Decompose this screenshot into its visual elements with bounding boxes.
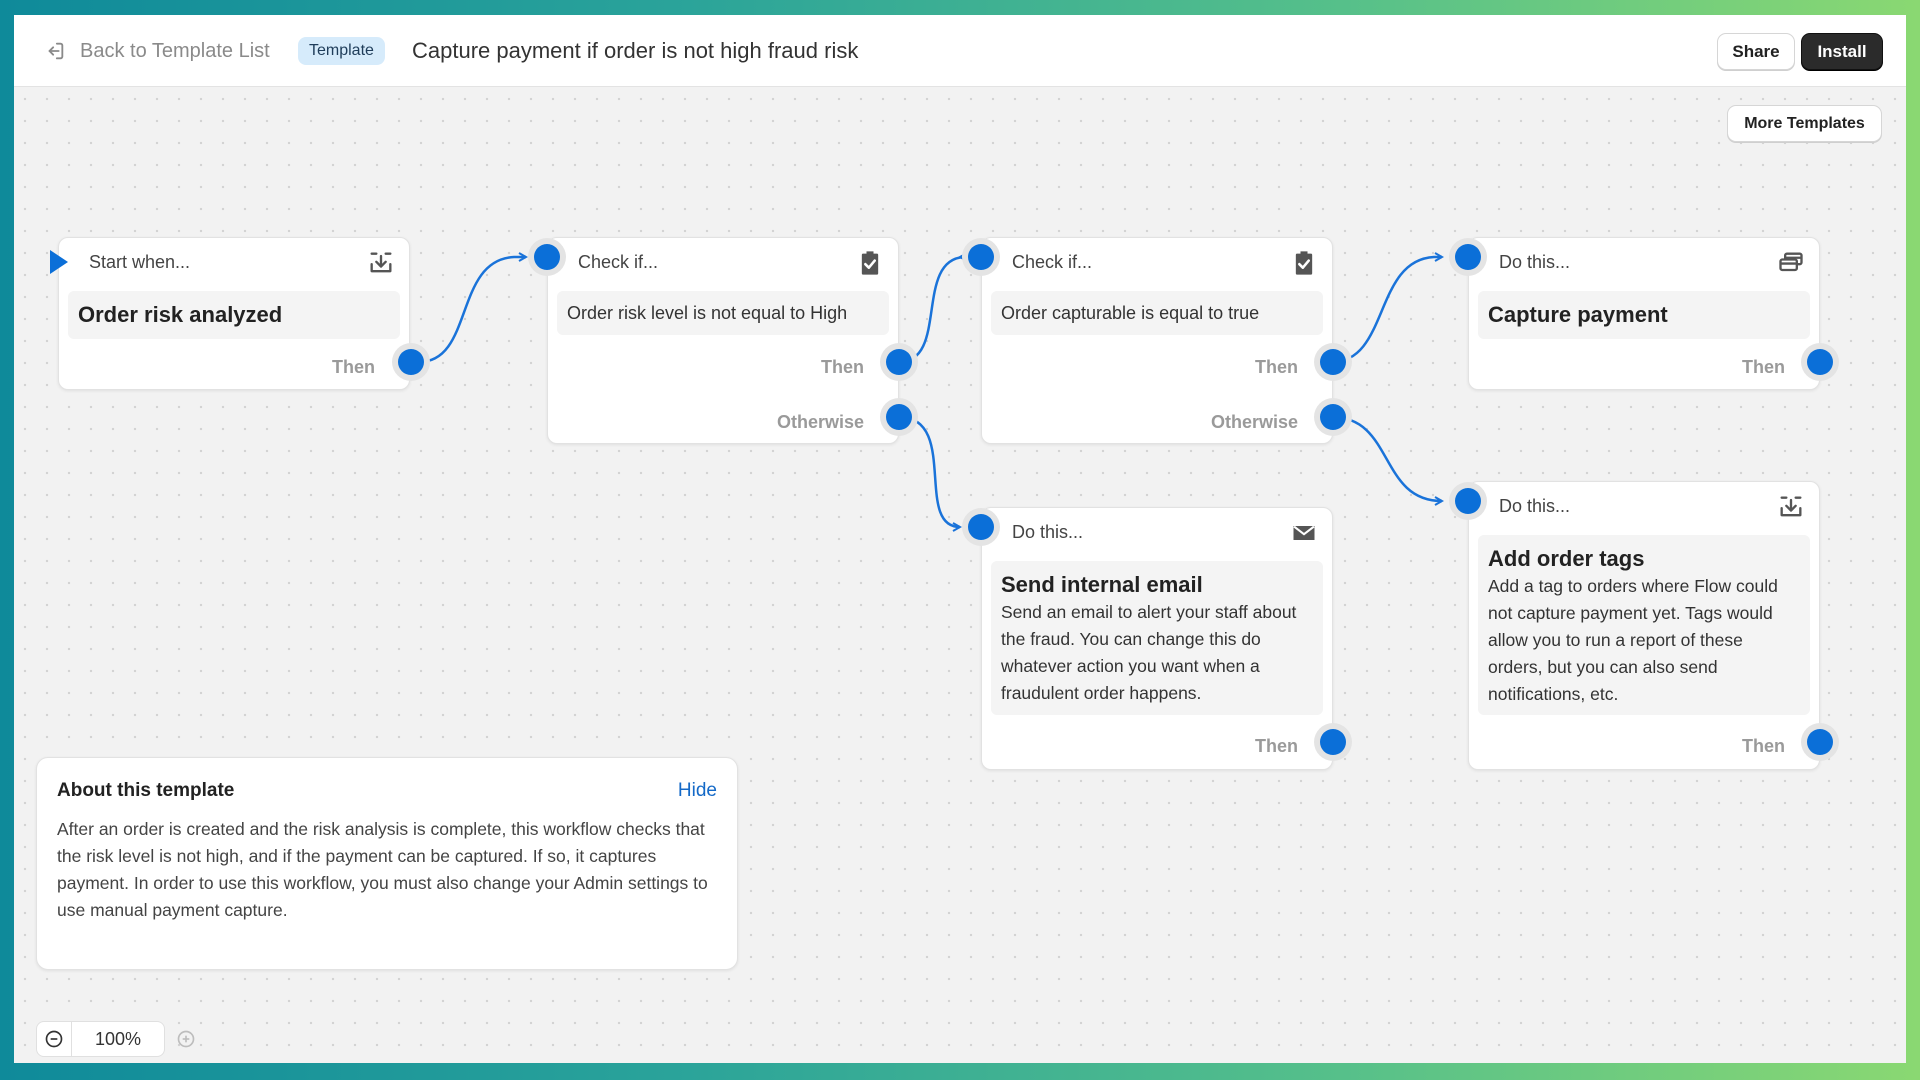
envelope-icon <box>1293 525 1315 540</box>
clipboard-check-icon <box>861 251 879 275</box>
tags-then-port[interactable] <box>1807 729 1833 755</box>
about-description: After an order is created and the risk a… <box>57 819 708 920</box>
node-header: Check if... <box>578 252 659 272</box>
more-templates-button[interactable]: More Templates <box>1727 105 1882 142</box>
node-condition: Order risk level is not equal to High <box>567 303 848 323</box>
node-condition: Order capturable is equal to true <box>1001 303 1260 323</box>
page-title: Capture payment if order is not high fra… <box>412 38 859 63</box>
download-tray-icon <box>1780 496 1802 517</box>
zoom-level: 100% <box>72 1021 165 1057</box>
node-body: Order capturable is equal to true <box>991 291 1323 335</box>
app-window: Back to Template List Template Capture p… <box>14 15 1906 1063</box>
top-bar: Back to Template List Template Capture p… <box>14 15 1906 87</box>
node-title: Order risk analyzed <box>78 302 283 327</box>
check-risk-level-node[interactable]: Check if... Order risk level is not equa… <box>547 237 899 444</box>
hide-about-link[interactable]: Hide <box>678 780 717 802</box>
trigger-node[interactable]: Start when... Order risk analyzed Then <box>58 237 410 390</box>
node-header: Start when... <box>89 252 191 272</box>
then-label: Then <box>1255 357 1298 377</box>
node-title: Add order tags <box>1488 546 1645 571</box>
node-body: Order risk analyzed <box>68 291 400 339</box>
add-order-tags-node[interactable]: Do this... Add order tags Add a tag to o… <box>1468 481 1820 770</box>
email-then-port[interactable] <box>1320 729 1346 755</box>
then-label: Then <box>1255 736 1298 756</box>
node-header: Do this... <box>1499 252 1571 272</box>
then-label: Then <box>332 357 375 377</box>
back-to-template-list-link[interactable]: Back to Template List <box>44 37 270 65</box>
then-label: Then <box>1742 357 1785 377</box>
minus-circle-icon <box>45 1030 63 1048</box>
check2-input-port[interactable] <box>968 244 994 270</box>
install-button[interactable]: Install <box>1801 33 1883 70</box>
check-capturable-node[interactable]: Check if... Order capturable is equal to… <box>981 237 1333 444</box>
tags-input-port[interactable] <box>1455 488 1481 514</box>
zoom-controls: 100% <box>36 1021 197 1057</box>
email-input-port[interactable] <box>968 514 994 540</box>
node-body: Capture payment <box>1478 291 1810 339</box>
node-title: Send internal email <box>1001 572 1203 597</box>
capture-payment-node[interactable]: Do this... Capture payment Then <box>1468 237 1820 390</box>
capture-then-port[interactable] <box>1807 349 1833 375</box>
capture-input-port[interactable] <box>1455 244 1481 270</box>
node-body: Send internal email Send an email to ale… <box>991 561 1323 715</box>
node-body: Order risk level is not equal to High <box>557 291 889 335</box>
about-template-panel: About this template Hide After an order … <box>36 757 738 970</box>
zoom-in-button[interactable] <box>175 1028 197 1050</box>
node-header: Do this... <box>1499 496 1571 516</box>
node-description: Send an email to alert your staff about … <box>1001 602 1297 703</box>
node-body: Add order tags Add a tag to orders where… <box>1478 535 1810 715</box>
exit-icon <box>48 42 64 60</box>
start-marker <box>50 250 68 274</box>
check1-otherwise-port[interactable] <box>886 404 912 430</box>
download-tray-icon <box>370 252 392 273</box>
share-button[interactable]: Share <box>1717 33 1795 70</box>
node-title: Capture payment <box>1488 302 1668 327</box>
send-internal-email-node[interactable]: Do this... Send internal email Send an e… <box>981 507 1333 770</box>
then-label: Then <box>1742 736 1785 756</box>
plus-circle-icon <box>177 1030 195 1048</box>
check2-then-port[interactable] <box>1320 349 1346 375</box>
payment-cards-icon <box>1779 252 1803 272</box>
template-badge: Template <box>298 37 385 65</box>
node-header: Do this... <box>1012 522 1084 542</box>
check1-input-port[interactable] <box>534 244 560 270</box>
zoom-out-button[interactable] <box>36 1021 72 1057</box>
about-title: About this template <box>57 780 235 801</box>
trigger-then-port[interactable] <box>398 349 424 375</box>
clipboard-check-icon <box>1295 251 1313 275</box>
otherwise-label: Otherwise <box>776 412 864 432</box>
node-header: Check if... <box>1012 252 1093 272</box>
back-link-label: Back to Template List <box>80 39 270 62</box>
then-label: Then <box>821 357 864 377</box>
otherwise-label: Otherwise <box>1210 412 1298 432</box>
check2-otherwise-port[interactable] <box>1320 404 1346 430</box>
node-description: Add a tag to orders where Flow could not… <box>1488 576 1778 704</box>
check1-then-port[interactable] <box>886 349 912 375</box>
